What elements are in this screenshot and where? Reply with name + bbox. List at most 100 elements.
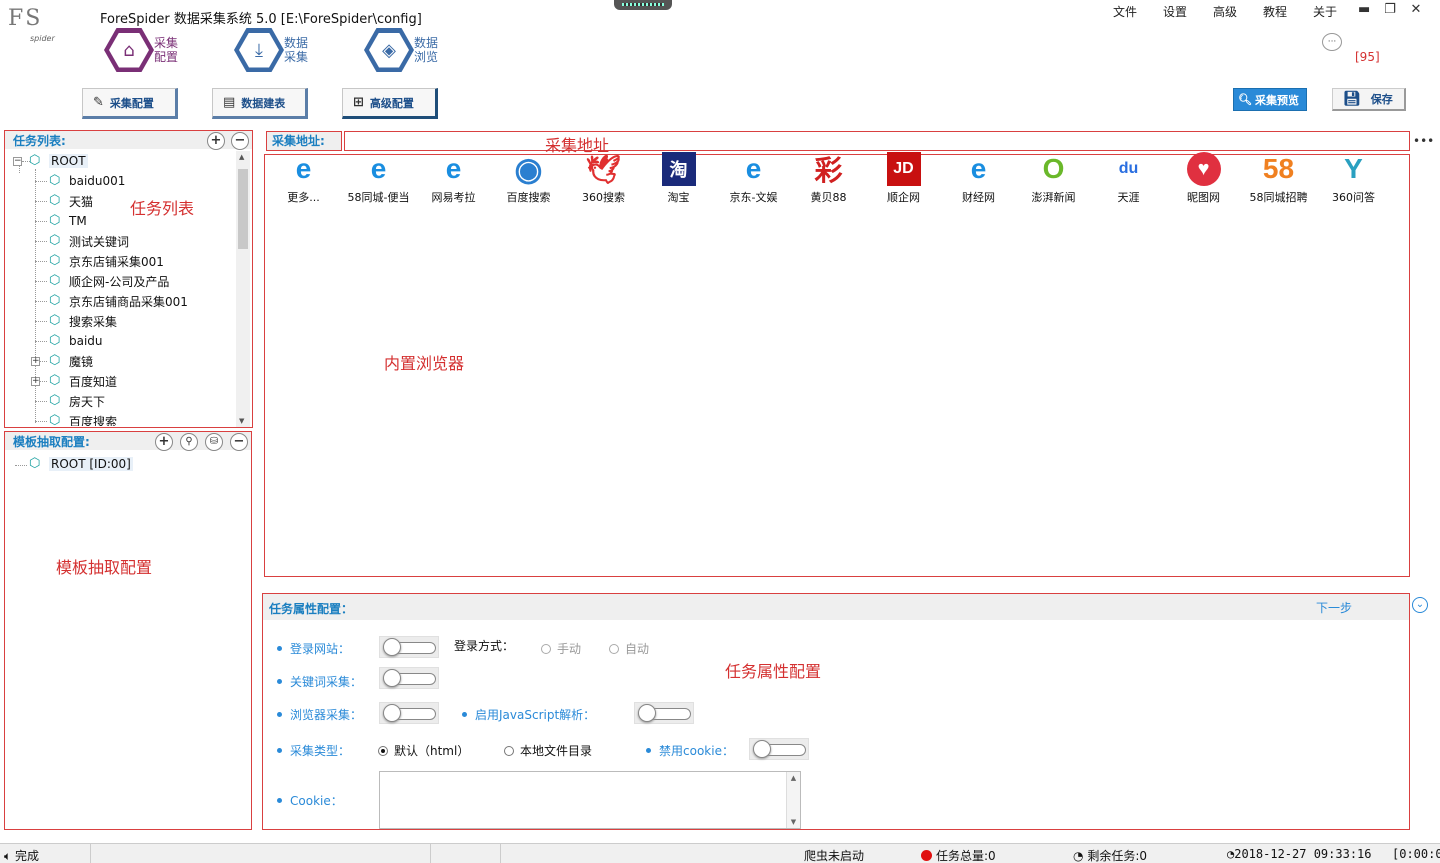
- search-icon: 🔍︎: [1238, 93, 1252, 106]
- js-label: 启用JavaScript解析：: [475, 708, 596, 722]
- disable-cookie-toggle[interactable]: [749, 738, 809, 760]
- template-root-node[interactable]: ⬡ ROOT [ID:00]: [29, 455, 133, 473]
- tree-node[interactable]: ⬡ 京东店铺商品采集001: [49, 292, 188, 310]
- restore-button[interactable]: ❐: [1384, 2, 1396, 17]
- tree-node[interactable]: ⬡ 天猫: [49, 192, 93, 210]
- document-icon: ▤: [223, 95, 236, 110]
- tree-node[interactable]: ⬡ baidu001: [49, 172, 125, 190]
- nav-data-browse[interactable]: ◈ 数据 浏览: [364, 28, 444, 72]
- menu-about[interactable]: 关于: [1300, 3, 1350, 20]
- browser-shortcuts: e 更多... e 58同城-便当 e 网易考拉 ◉ 百度搜索 🕊︎ 360搜索 淘淘宝 e 京东-文娱…: [266, 151, 1391, 205]
- save-button[interactable]: 💾︎ 保存: [1332, 88, 1406, 111]
- shortcut-label: 淘宝: [667, 191, 690, 204]
- browser-collect-toggle[interactable]: [379, 702, 439, 724]
- tree-node[interactable]: ⬡ TM: [49, 212, 87, 230]
- login-site-toggle[interactable]: [379, 636, 439, 658]
- login-auto-radio[interactable]: 自动: [609, 640, 649, 657]
- url-input[interactable]: [344, 131, 1410, 151]
- more-icon[interactable]: •••: [1413, 134, 1434, 148]
- clock-icon: ◔: [1073, 849, 1084, 863]
- type-local-radio[interactable]: 本地文件目录: [504, 742, 592, 759]
- shortcut-item[interactable]: e 58同城-便当: [341, 152, 416, 205]
- chevron-down-icon[interactable]: ⌄: [1412, 597, 1428, 613]
- expand-node[interactable]: +: [31, 377, 40, 386]
- close-button[interactable]: ✕: [1410, 2, 1422, 17]
- task-list-title: 任务列表:: [13, 133, 66, 148]
- shortcut-item[interactable]: ♥ 昵图网: [1166, 152, 1241, 205]
- advanced-config-button[interactable]: ⊞ 高级配置: [342, 88, 438, 119]
- shortcut-label: 顺企网: [887, 191, 920, 204]
- collect-config-button[interactable]: ✎ 采集配置: [82, 88, 178, 119]
- bullet-icon: [277, 748, 282, 753]
- shortcut-item[interactable]: e 京东-文娱: [716, 152, 791, 205]
- app-logo: FS spider: [8, 6, 64, 46]
- link-template-button[interactable]: ⚲: [180, 433, 198, 451]
- shortcut-label: 百度搜索: [506, 191, 551, 204]
- preview-button[interactable]: 🔍︎ 采集预览: [1233, 88, 1307, 111]
- tree-node[interactable]: ⬡ 魔镜: [49, 352, 93, 370]
- js-toggle[interactable]: [634, 702, 694, 724]
- shortcut-item[interactable]: du 天涯: [1091, 152, 1166, 205]
- cube-icon: ⬡: [49, 413, 61, 427]
- add-task-button[interactable]: +: [207, 132, 225, 150]
- shortcut-item[interactable]: 彩黄贝88: [791, 152, 866, 205]
- chat-icon[interactable]: ···: [1322, 33, 1342, 51]
- nav-label-line1: 数据: [414, 36, 439, 50]
- menu-advanced[interactable]: 高级: [1200, 3, 1250, 20]
- task-list-scrollbar[interactable]: ▲ ▼: [236, 151, 250, 427]
- tree-node[interactable]: ⬡ 顺企网-公司及产品: [49, 272, 169, 290]
- nav-collect-config[interactable]: ⌂ 采集 配置: [104, 28, 184, 72]
- add-template-button[interactable]: +: [155, 433, 173, 451]
- shortcut-label: 天涯: [1117, 191, 1140, 204]
- shortcut-item[interactable]: 淘淘宝: [641, 152, 716, 205]
- shortcut-item[interactable]: JD 顺企网: [866, 152, 941, 205]
- template-panel: 模板抽取配置: + ⚲ ⛁ − ⬡ ROOT [ID:00]: [4, 431, 252, 830]
- login-manual-radio[interactable]: 手动: [541, 640, 581, 657]
- logo-text: FS: [8, 6, 43, 31]
- data-table-button[interactable]: ▤ 数据建表: [212, 88, 308, 119]
- shortcut-item[interactable]: e 财经网: [941, 152, 1016, 205]
- shortcut-item[interactable]: O 澎湃新闻: [1016, 152, 1091, 205]
- message-count: [95]: [1355, 50, 1380, 64]
- tree-node[interactable]: ⬡ 房天下: [49, 392, 105, 410]
- remove-template-button[interactable]: −: [230, 433, 248, 451]
- grid-icon: ⊞: [353, 95, 364, 110]
- shortcut-item[interactable]: 58 58同城招聘: [1241, 152, 1316, 205]
- database-icon[interactable]: ⛁: [205, 433, 223, 451]
- collapse-root[interactable]: −: [13, 157, 22, 166]
- next-step-link[interactable]: 下一步: [1316, 599, 1352, 616]
- shortcut-label: 财经网: [962, 191, 995, 204]
- scroll-thumb[interactable]: [238, 169, 248, 249]
- cookie-scrollbar[interactable]: ▲ ▼: [786, 772, 800, 828]
- shortcut-item[interactable]: 🕊︎ 360搜索: [566, 152, 641, 205]
- tree-node[interactable]: ⬡ 测试关键词: [49, 232, 129, 250]
- keyword-toggle[interactable]: [379, 667, 439, 689]
- shortcut-item[interactable]: e 更多...: [266, 152, 341, 205]
- ie-icon: e: [295, 153, 312, 184]
- type-default-radio[interactable]: 默认（html）: [378, 742, 469, 759]
- nav-data-collect[interactable]: ⤓ 数据 采集: [234, 28, 314, 72]
- tree-node-root[interactable]: ⬡ ROOT: [29, 152, 88, 170]
- menu-tutorial[interactable]: 教程: [1250, 3, 1300, 20]
- menu-settings[interactable]: 设置: [1150, 3, 1200, 20]
- cookie-textarea[interactable]: ▲ ▼: [379, 771, 801, 829]
- expand-node[interactable]: +: [31, 357, 40, 366]
- tree-node[interactable]: ⬡ 百度搜索: [49, 412, 117, 427]
- shortcut-item[interactable]: e 网易考拉: [416, 152, 491, 205]
- cookie-label: Cookie：: [290, 794, 343, 808]
- top-notch-indicator: [614, 0, 672, 10]
- bullet-icon: [277, 798, 282, 803]
- minimize-button[interactable]: ▬: [1358, 2, 1370, 17]
- menu-file[interactable]: 文件: [1100, 3, 1150, 20]
- menu-bar: 文件 设置 高级 教程 关于: [1100, 3, 1350, 20]
- shortcut-label: 黄贝88: [810, 191, 847, 204]
- shortcut-item[interactable]: ◉ 百度搜索: [491, 151, 566, 205]
- bird-icon: 🕊︎: [585, 153, 622, 185]
- ie-icon: e: [970, 153, 987, 184]
- tree-node[interactable]: ⬡ 百度知道: [49, 372, 117, 390]
- remove-task-button[interactable]: −: [231, 132, 249, 150]
- shortcut-item[interactable]: Y 360问答: [1316, 152, 1391, 205]
- tree-node[interactable]: ⬡ baidu: [49, 332, 103, 350]
- tree-node[interactable]: ⬡ 京东店铺采集001: [49, 252, 164, 270]
- tree-node[interactable]: ⬡ 搜索采集: [49, 312, 117, 330]
